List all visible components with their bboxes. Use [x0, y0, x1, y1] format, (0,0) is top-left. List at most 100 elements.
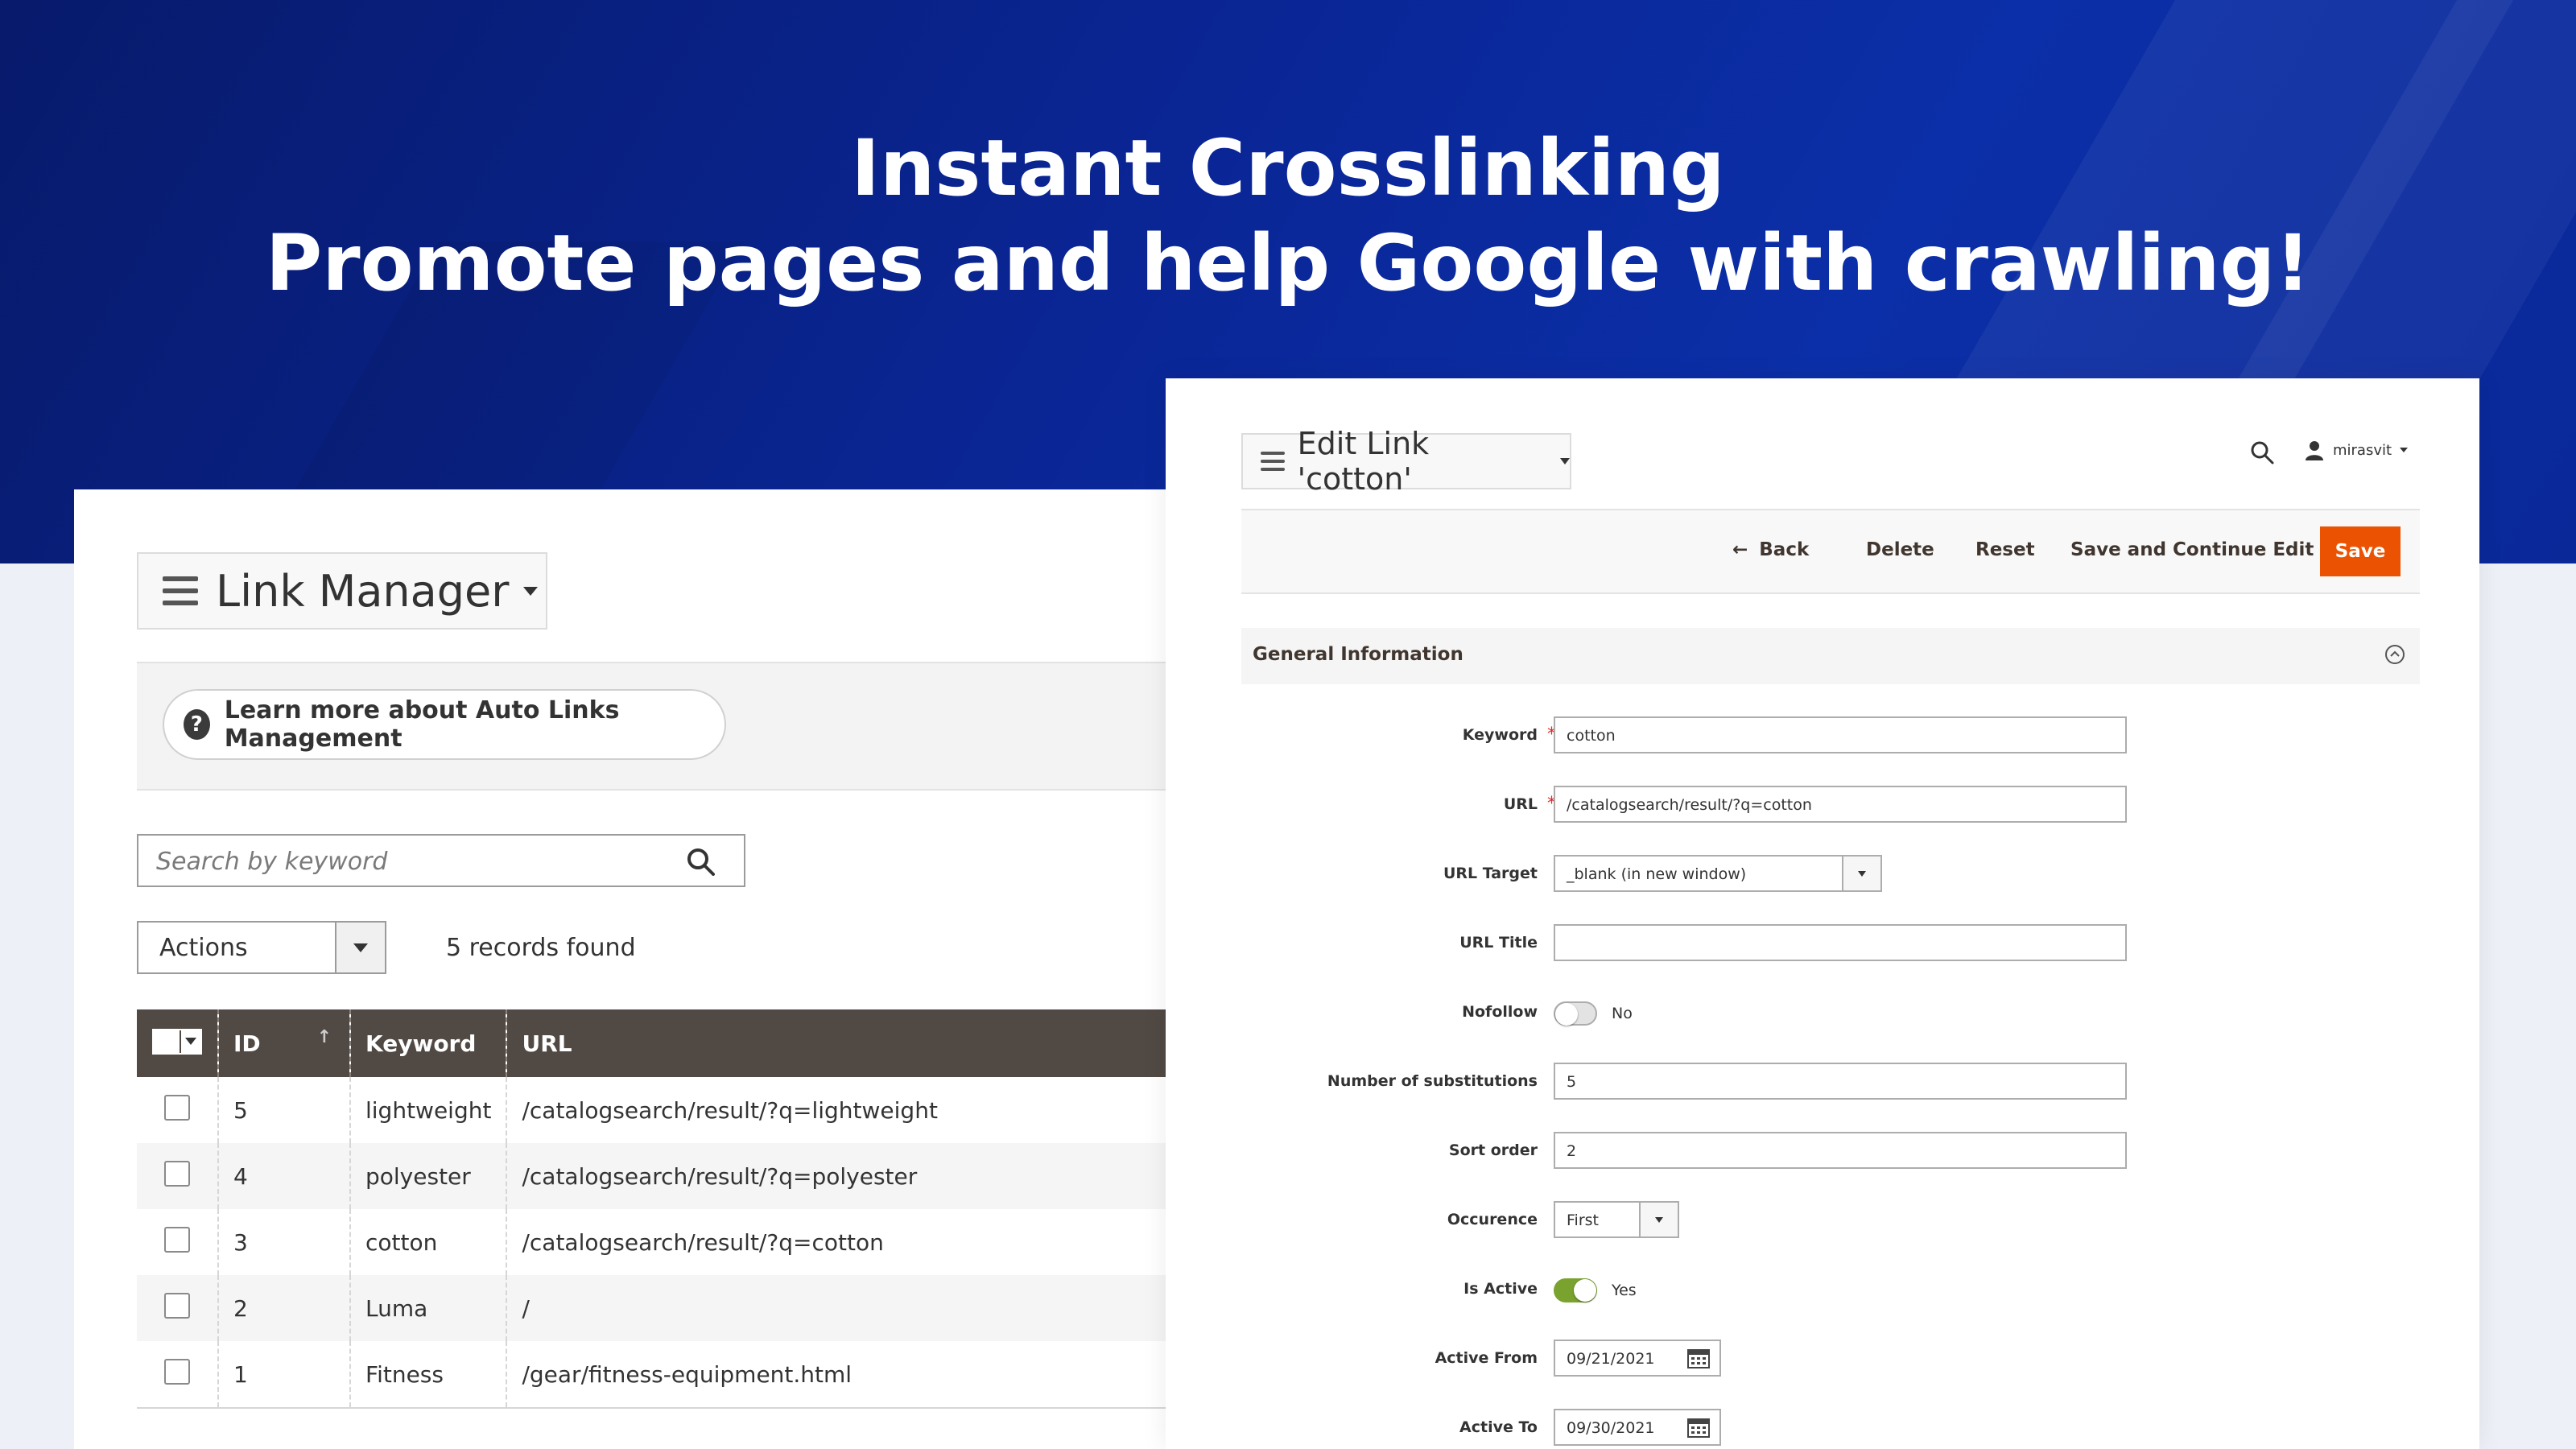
cell-id: 1	[218, 1341, 351, 1409]
back-button[interactable]: ← Back	[1732, 539, 1809, 560]
active-to-input[interactable]: 09/30/2021	[1554, 1409, 1721, 1446]
cell-keyword: Fitness	[350, 1341, 508, 1409]
field-label: Number of substitutions	[1327, 1072, 1538, 1090]
general-information-section[interactable]: General Information	[1241, 628, 2420, 684]
cell-id: 2	[218, 1275, 351, 1341]
caret-down-icon	[1858, 870, 1866, 877]
column-header-id[interactable]: ID ↑	[218, 1009, 351, 1077]
select-arrow[interactable]	[1842, 857, 1880, 890]
row-checkbox[interactable]	[164, 1292, 190, 1319]
date-value: 09/30/2021	[1567, 1419, 1655, 1437]
collapse-icon[interactable]	[2384, 644, 2405, 665]
calendar-icon[interactable]	[1687, 1348, 1710, 1368]
delete-button[interactable]: Delete	[1866, 539, 1934, 560]
url-target-select[interactable]: _blank (in new window)	[1554, 855, 1882, 892]
save-button[interactable]: Save	[2320, 526, 2401, 576]
page-actions: ← Back Delete Reset Save and Continue Edi…	[1241, 509, 2420, 594]
search-icon[interactable]	[686, 847, 715, 876]
back-label: Back	[1759, 539, 1810, 560]
column-label: ID	[233, 1030, 261, 1057]
selected-value: _blank (in new window)	[1567, 865, 1747, 883]
column-label: URL	[522, 1030, 572, 1057]
nofollow-toggle[interactable]	[1554, 1001, 1597, 1026]
select-arrow[interactable]	[1639, 1203, 1678, 1236]
field-label: Occurence	[1447, 1211, 1538, 1228]
table-row[interactable]: 1 Fitness /gear/fitness-equipment.html	[137, 1341, 1217, 1409]
row-select[interactable]	[137, 1143, 219, 1209]
caret-down-icon	[185, 1038, 196, 1045]
keyword-input[interactable]: cotton	[1554, 716, 2127, 753]
page-title-menu[interactable]: Link Manager	[137, 552, 547, 630]
mass-select[interactable]	[152, 1028, 202, 1055]
caret-down-icon	[1560, 458, 1570, 464]
search-input[interactable]	[155, 844, 657, 879]
page-title: Edit Link 'cotton'	[1297, 426, 1430, 497]
is-active-toggle[interactable]	[1554, 1278, 1597, 1302]
table-row[interactable]: 4 polyester /catalogsearch/result/?q=pol…	[137, 1143, 1217, 1209]
actions-label: Actions	[159, 934, 248, 962]
cell-keyword: cotton	[350, 1209, 508, 1275]
actions-toggle[interactable]	[335, 923, 385, 972]
table-row[interactable]: 3 cotton /catalogsearch/result/?q=cotton	[137, 1209, 1217, 1275]
row-checkbox[interactable]	[164, 1358, 190, 1385]
table-row[interactable]: 5 lightweight /catalogsearch/result/?q=l…	[137, 1077, 1217, 1143]
row-select[interactable]	[137, 1341, 219, 1409]
date-value: 09/21/2021	[1567, 1350, 1655, 1368]
row-select[interactable]	[137, 1209, 219, 1275]
field-label: Nofollow	[1462, 1003, 1538, 1021]
caret-down-icon	[353, 943, 368, 952]
reset-button[interactable]: Reset	[1975, 539, 2035, 560]
row-checkbox[interactable]	[164, 1094, 190, 1121]
substitutions-input[interactable]: 5	[1554, 1063, 2127, 1100]
field-substitutions: Number of substitutions 5	[1241, 1063, 2420, 1103]
sort-order-input[interactable]: 2	[1554, 1132, 2127, 1169]
headline-line-2: Promote pages and help Google with crawl…	[265, 218, 2311, 308]
field-label: Active From	[1435, 1349, 1538, 1367]
caret-down-icon	[2400, 448, 2409, 452]
field-url: URL * /catalogsearch/result/?q=cotton	[1241, 786, 2420, 826]
cell-id: 5	[218, 1077, 351, 1143]
field-occurence: Occurence First	[1241, 1201, 2420, 1241]
selected-value: First	[1567, 1212, 1599, 1229]
page-title-menu[interactable]: Edit Link 'cotton'	[1241, 426, 1571, 497]
info-bar: ? Learn more about Auto Links Management	[137, 662, 1217, 791]
section-title: General Information	[1253, 644, 1463, 665]
edit-link-panel: Edit Link 'cotton' mirasvit ← Back Delete…	[1166, 378, 2479, 1449]
save-continue-button[interactable]: Save and Continue Edit	[2070, 539, 2314, 560]
field-keyword: Keyword * cotton	[1241, 716, 2420, 757]
toggle-knob	[1574, 1279, 1596, 1302]
url-input[interactable]: /catalogsearch/result/?q=cotton	[1554, 786, 2127, 823]
row-select[interactable]	[137, 1275, 219, 1341]
keyword-search	[137, 834, 745, 887]
caret-down-icon	[1655, 1216, 1663, 1223]
table-row[interactable]: 2 Luma /	[137, 1275, 1217, 1341]
toggle-label: Yes	[1612, 1282, 1637, 1299]
mass-select-checkbox[interactable]	[154, 1030, 180, 1053]
row-checkbox[interactable]	[164, 1226, 190, 1253]
calendar-icon[interactable]	[1687, 1417, 1710, 1438]
column-header-keyword[interactable]: Keyword	[350, 1009, 508, 1077]
row-checkbox[interactable]	[164, 1160, 190, 1187]
help-icon: ?	[184, 709, 210, 740]
mass-select-dropdown[interactable]	[180, 1030, 200, 1053]
field-active-from: Active From 09/21/2021	[1241, 1340, 2420, 1380]
field-url-title: URL Title	[1241, 924, 2420, 964]
field-is-active: Is Active Yes	[1241, 1270, 2420, 1311]
menu-icon	[163, 576, 198, 605]
user-icon	[2306, 441, 2323, 460]
links-grid: ID ↑ Keyword URL 5 lightweight /catalogs…	[137, 1009, 1217, 1409]
page-title: Link Manager	[216, 565, 510, 617]
column-header-url[interactable]: URL	[506, 1009, 1217, 1077]
actions-dropdown[interactable]: Actions	[137, 921, 386, 974]
active-from-input[interactable]: 09/21/2021	[1554, 1340, 1721, 1377]
field-label: URL Target	[1443, 865, 1538, 882]
search-icon[interactable]	[2249, 440, 2275, 465]
row-select[interactable]	[137, 1077, 219, 1143]
learn-more-button[interactable]: ? Learn more about Auto Links Management	[163, 689, 726, 760]
url-title-input[interactable]	[1554, 924, 2127, 961]
mass-select-header[interactable]	[137, 1009, 219, 1077]
user-menu[interactable]: mirasvit	[2304, 440, 2409, 460]
occurence-select[interactable]: First	[1554, 1201, 1679, 1238]
cell-keyword: lightweight	[350, 1077, 508, 1143]
cell-id: 3	[218, 1209, 351, 1275]
